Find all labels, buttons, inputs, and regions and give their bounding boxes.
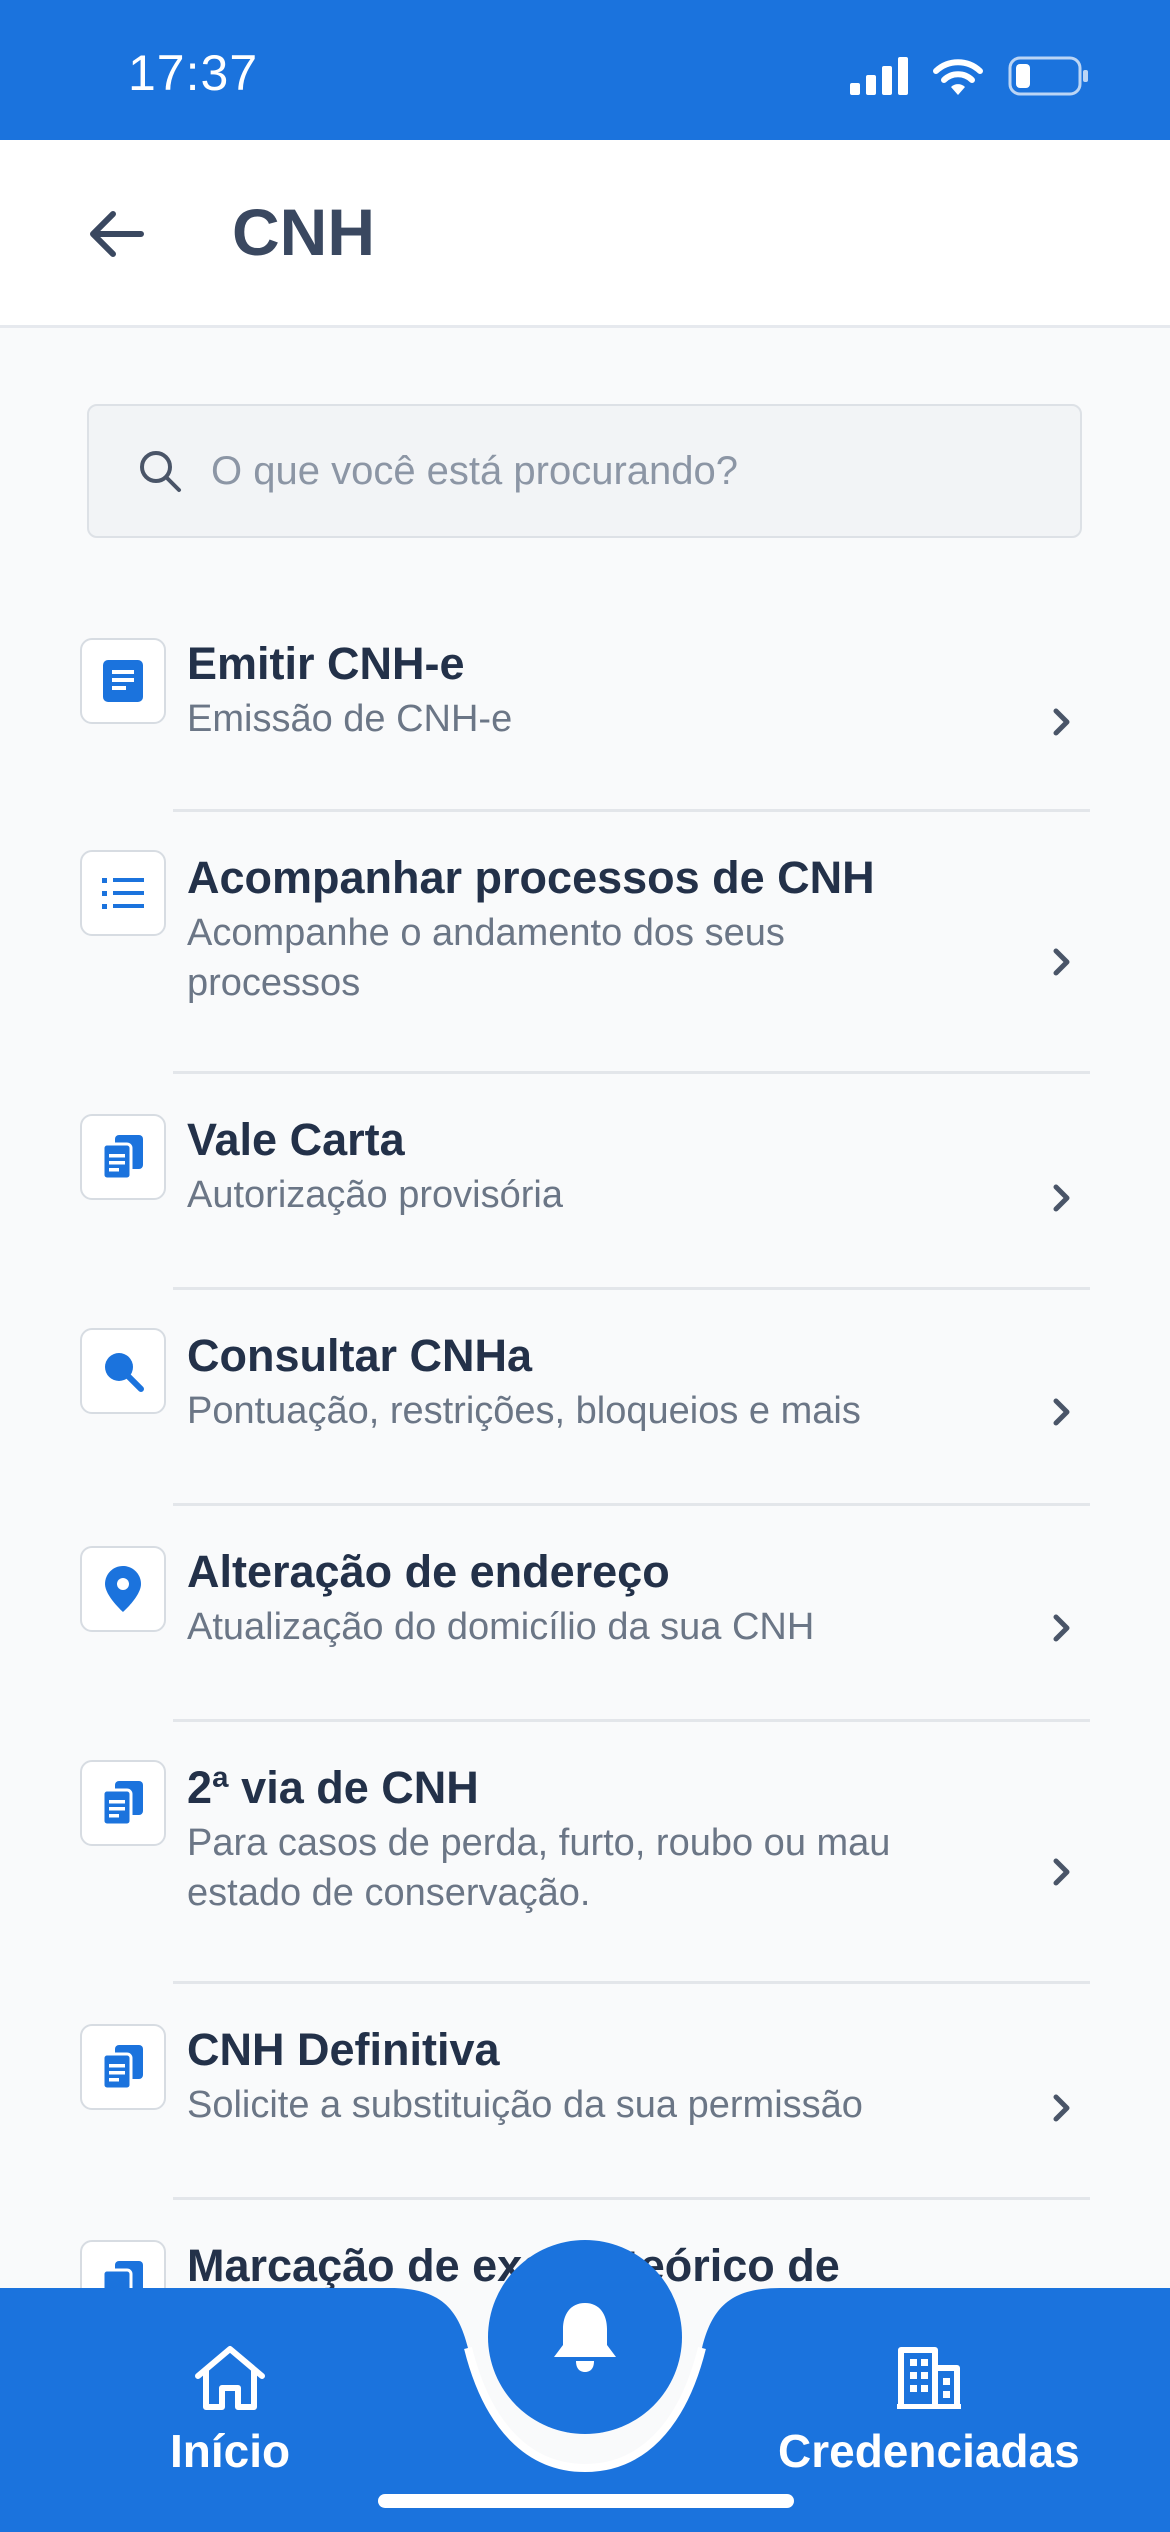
item-title: CNH Definitiva [187, 2024, 500, 2075]
item-icon-box [80, 2024, 166, 2110]
item-subtitle: Solicite a substituição da sua permissão [187, 2084, 863, 2126]
chevron-right-icon [1042, 1852, 1082, 1892]
chevron-right-icon [1042, 2088, 1082, 2128]
list-icon [102, 878, 144, 909]
list-item-cnh-definitiva[interactable]: CNH Definitiva Solicite a substituição d… [0, 1984, 1170, 2200]
status-bar: 17:37 [0, 0, 1170, 140]
list-item-alteracao-endereco[interactable]: Alteração de endereço Atualização do dom… [0, 1506, 1170, 1722]
item-title: Vale Carta [187, 1114, 405, 1165]
item-icon-box [80, 638, 166, 724]
chevron-right-icon [1042, 1392, 1082, 1432]
chevron-right-icon [1042, 942, 1082, 982]
search-box[interactable] [87, 404, 1082, 538]
copy-document-icon [103, 1135, 143, 1179]
list-item-consultar-cnha[interactable]: Consultar CNHa Pontuação, restrições, bl… [0, 1290, 1170, 1506]
location-pin-icon [105, 1566, 141, 1612]
item-title: 2ª via de CNH [187, 1762, 479, 1813]
home-icon [195, 2346, 266, 2410]
status-icons [850, 52, 1090, 100]
list-item-emitir-cnh-e[interactable]: Emitir CNH-e Emissão de CNH-e [0, 612, 1170, 812]
item-subtitle: Emissão de CNH-e [187, 698, 513, 740]
nav-home[interactable]: Início [170, 2344, 290, 2478]
item-title: Alteração de endereço [187, 1546, 670, 1597]
nav-credenciadas[interactable]: Credenciadas [778, 2344, 1080, 2478]
chevron-right-icon [1042, 1178, 1082, 1218]
item-title: Emitir CNH-e [187, 638, 465, 689]
search-icon [140, 451, 181, 492]
nav-credenciadas-label: Credenciadas [778, 2425, 1080, 2477]
wifi-icon [933, 59, 983, 95]
back-button[interactable] [78, 202, 154, 266]
service-list: Emitir CNH-e Emissão de CNH-e Acompanhar… [0, 612, 1170, 2416]
chevron-right-icon [1042, 1608, 1082, 1648]
item-icon-box [80, 1546, 166, 1632]
item-icon-box [80, 1328, 166, 1414]
battery-icon [1008, 56, 1088, 96]
list-item-vale-carta[interactable]: Vale Carta Autorização provisória [0, 1074, 1170, 1290]
list-item-segunda-via-cnh[interactable]: 2ª via de CNH Para casos de perda, furto… [0, 1722, 1170, 1984]
list-item-acompanhar-processos[interactable]: Acompanhar processos de CNH Acompanhe o … [0, 812, 1170, 1074]
notifications-button[interactable] [488, 2240, 682, 2434]
bell-icon [554, 2303, 616, 2372]
item-icon-box [80, 1114, 166, 1200]
item-icon-box [80, 1760, 166, 1846]
item-subtitle: Acompanhe o andamento dos seus processos [187, 912, 785, 1004]
status-time: 17:37 [128, 45, 259, 101]
search-icon [105, 1353, 144, 1392]
item-subtitle: Atualização do domicílio da sua CNH [187, 1606, 815, 1648]
nav-home-label: Início [170, 2425, 291, 2477]
item-title: Acompanhar processos de CNH [187, 852, 875, 903]
arrow-left-icon [90, 211, 144, 257]
cellular-signal-icon [850, 57, 908, 95]
app-header: CNH [0, 140, 1170, 328]
document-icon [103, 660, 143, 702]
item-subtitle: Autorização provisória [187, 1174, 563, 1216]
item-title: Consultar CNHa [187, 1330, 533, 1381]
chevron-right-icon [1042, 702, 1082, 742]
copy-document-icon [103, 1781, 143, 1825]
home-indicator [378, 2494, 794, 2508]
copy-document-icon [103, 2045, 143, 2089]
page-title: CNH [232, 195, 375, 269]
search-input[interactable] [211, 448, 1031, 494]
item-subtitle: Para casos de perda, furto, roubo ou mau… [187, 1822, 891, 1914]
building-icon [896, 2347, 961, 2409]
item-subtitle: Pontuação, restrições, bloqueios e mais [187, 1390, 861, 1432]
item-icon-box [80, 850, 166, 936]
